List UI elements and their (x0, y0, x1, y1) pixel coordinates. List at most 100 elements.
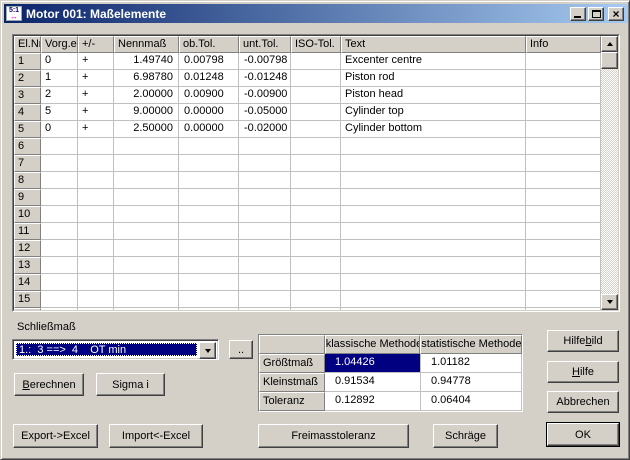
table-cell[interactable] (526, 172, 601, 189)
table-cell[interactable]: + (78, 53, 114, 70)
results-value-cell[interactable]: 0.06404 (421, 392, 522, 411)
table-cell[interactable] (41, 308, 78, 311)
table-cell[interactable] (341, 257, 526, 274)
more-options-button[interactable]: .. (229, 340, 253, 359)
ok-button[interactable]: OK (547, 423, 619, 446)
results-value-cell[interactable]: 0.12892 (325, 392, 421, 411)
row-header-cell[interactable]: 15 (14, 291, 41, 308)
table-cell[interactable] (41, 240, 78, 257)
table-cell[interactable] (78, 240, 114, 257)
table-cell[interactable] (291, 189, 341, 206)
row-header-cell[interactable]: 7 (14, 155, 41, 172)
scroll-up-button[interactable] (601, 36, 618, 52)
results-value-cell[interactable]: 1.04426 (325, 354, 421, 373)
table-cell[interactable] (78, 308, 114, 311)
table-cell[interactable] (114, 223, 179, 240)
berechnen-button[interactable]: Berechnen (14, 373, 84, 396)
table-cell[interactable] (341, 206, 526, 223)
table-cell[interactable] (239, 308, 291, 311)
table-cell[interactable] (179, 291, 239, 308)
table-cell[interactable] (526, 53, 601, 70)
freimasstoleranz-button[interactable]: Freimasstoleranz (258, 424, 409, 448)
table-cell[interactable] (78, 223, 114, 240)
table-cell[interactable] (41, 274, 78, 291)
table-cell[interactable] (341, 138, 526, 155)
table-cell[interactable] (114, 155, 179, 172)
table-cell[interactable] (78, 172, 114, 189)
table-cell[interactable] (239, 172, 291, 189)
table-cell[interactable] (179, 155, 239, 172)
table-cell[interactable] (41, 206, 78, 223)
table-cell[interactable] (41, 172, 78, 189)
table-cell[interactable] (291, 308, 341, 311)
table-cell[interactable] (291, 240, 341, 257)
table-cell[interactable] (78, 138, 114, 155)
table-cell[interactable] (239, 189, 291, 206)
table-cell[interactable] (179, 308, 239, 311)
table-cell[interactable] (114, 206, 179, 223)
table-cell[interactable] (114, 257, 179, 274)
hilfe-button[interactable]: Hilfe (547, 361, 619, 383)
scroll-down-button[interactable] (601, 294, 618, 310)
table-cell[interactable] (239, 206, 291, 223)
table-cell[interactable] (114, 291, 179, 308)
table-cell[interactable] (114, 240, 179, 257)
export-excel-button[interactable]: Export->Excel (13, 424, 98, 448)
table-cell[interactable]: 2 (41, 87, 78, 104)
table-cell[interactable]: + (78, 104, 114, 121)
table-cell[interactable] (526, 138, 601, 155)
table-cell[interactable] (291, 121, 341, 138)
table-cell[interactable] (341, 240, 526, 257)
maximize-button[interactable] (588, 7, 604, 21)
table-cell[interactable] (41, 189, 78, 206)
hilfebild-button[interactable]: Hilfebild (547, 330, 619, 352)
table-cell[interactable] (341, 274, 526, 291)
table-cell[interactable] (179, 172, 239, 189)
table-cell[interactable] (114, 189, 179, 206)
row-header-cell[interactable]: 3 (14, 87, 41, 104)
row-header-cell[interactable]: 14 (14, 274, 41, 291)
table-cell[interactable] (239, 240, 291, 257)
table-cell[interactable] (41, 138, 78, 155)
table-cell[interactable] (291, 155, 341, 172)
row-header-cell[interactable]: 9 (14, 189, 41, 206)
row-header-cell[interactable]: 11 (14, 223, 41, 240)
table-cell[interactable] (41, 223, 78, 240)
table-cell[interactable]: -0.00798 (239, 53, 291, 70)
table-cell[interactable]: 9.00000 (114, 104, 179, 121)
combobox-value[interactable]: 1.: 3 ==> 4 OT min (16, 343, 197, 356)
results-value-cell[interactable]: 0.94778 (421, 373, 522, 392)
window-icon[interactable]: 5:1 ↔ (6, 6, 22, 21)
table-cell[interactable]: 0.00000 (179, 121, 239, 138)
table-cell[interactable]: Piston rod (341, 70, 526, 87)
table-cell[interactable] (239, 257, 291, 274)
table-cell[interactable] (526, 308, 601, 311)
abbrechen-button[interactable]: Abbrechen (547, 391, 619, 413)
row-header-cell[interactable]: 4 (14, 104, 41, 121)
table-cell[interactable] (239, 291, 291, 308)
table-cell[interactable] (179, 274, 239, 291)
table-cell[interactable] (526, 189, 601, 206)
table-cell[interactable]: + (78, 87, 114, 104)
table-cell[interactable]: 5 (41, 104, 78, 121)
row-header-cell[interactable]: 5 (14, 121, 41, 138)
table-cell[interactable] (78, 155, 114, 172)
table-cell[interactable] (526, 87, 601, 104)
table-cell[interactable] (341, 155, 526, 172)
table-cell[interactable]: -0.01248 (239, 70, 291, 87)
table-cell[interactable] (239, 274, 291, 291)
table-cell[interactable] (526, 257, 601, 274)
table-cell[interactable]: 0 (41, 121, 78, 138)
table-cell[interactable] (114, 274, 179, 291)
row-header-cell[interactable]: 1 (14, 53, 41, 70)
table-cell[interactable] (526, 121, 601, 138)
table-cell[interactable] (291, 104, 341, 121)
table-cell[interactable]: + (78, 70, 114, 87)
table-cell[interactable] (341, 291, 526, 308)
table-cell[interactable] (341, 172, 526, 189)
table-cell[interactable] (114, 138, 179, 155)
table-cell[interactable]: -0.02000 (239, 121, 291, 138)
table-cell[interactable] (526, 274, 601, 291)
table-cell[interactable] (341, 223, 526, 240)
table-cell[interactable] (526, 223, 601, 240)
